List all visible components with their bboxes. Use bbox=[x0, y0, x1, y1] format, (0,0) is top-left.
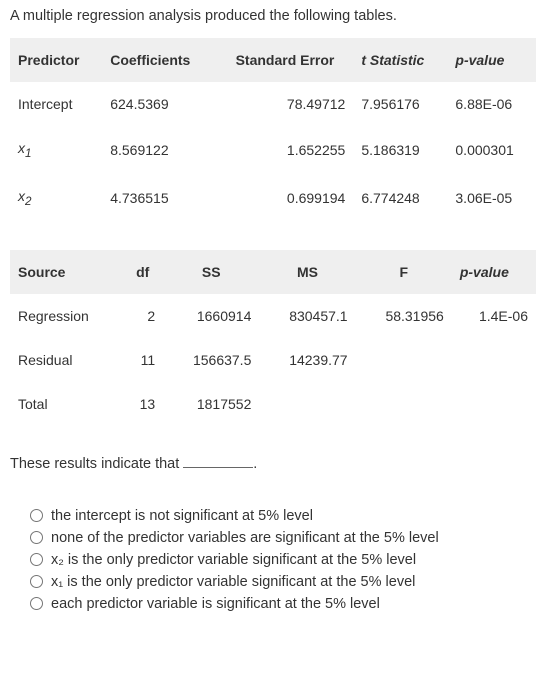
cell-df: 11 bbox=[122, 338, 163, 382]
option-c[interactable]: x₂ is the only predictor variable signif… bbox=[30, 552, 536, 568]
coefficients-table: Predictor Coefficients Standard Error t … bbox=[10, 38, 536, 222]
radio-c[interactable] bbox=[30, 553, 43, 566]
cell-p bbox=[452, 338, 536, 382]
table-row: Total 13 1817552 bbox=[10, 382, 536, 426]
cell-coef: 624.5369 bbox=[102, 82, 216, 126]
cell-predictor: Intercept bbox=[10, 82, 102, 126]
cell-t: 5.186319 bbox=[353, 126, 447, 174]
option-c-label: x₂ is the only predictor variable signif… bbox=[51, 552, 416, 568]
cell-ss: 1660914 bbox=[163, 294, 259, 338]
t1-h-predictor: Predictor bbox=[10, 38, 102, 82]
t2-h-ss: SS bbox=[163, 250, 259, 294]
t2-h-df: df bbox=[122, 250, 163, 294]
cell-coef: 4.736515 bbox=[102, 174, 216, 222]
cell-coef: 8.569122 bbox=[102, 126, 216, 174]
var-x1: x1 bbox=[18, 140, 31, 156]
cell-source: Residual bbox=[10, 338, 122, 382]
t2-h-pvalue: p-value bbox=[452, 250, 536, 294]
radio-d[interactable] bbox=[30, 575, 43, 588]
intro-text: A multiple regression analysis produced … bbox=[10, 8, 536, 24]
cell-ms bbox=[259, 382, 355, 426]
fill-blank bbox=[183, 454, 253, 468]
cell-df: 13 bbox=[122, 382, 163, 426]
table-row: Intercept 624.5369 78.49712 7.956176 6.8… bbox=[10, 82, 536, 126]
radio-e[interactable] bbox=[30, 597, 43, 610]
cell-se: 1.652255 bbox=[217, 126, 354, 174]
cell-f bbox=[356, 382, 452, 426]
cell-t: 6.774248 bbox=[353, 174, 447, 222]
cell-predictor: x2 bbox=[10, 174, 102, 222]
prompt-suffix: . bbox=[253, 456, 257, 472]
cell-ms: 14239.77 bbox=[259, 338, 355, 382]
option-d[interactable]: x₁ is the only predictor variable signif… bbox=[30, 574, 536, 590]
t2-h-f: F bbox=[356, 250, 452, 294]
cell-p bbox=[452, 382, 536, 426]
table-row: Residual 11 156637.5 14239.77 bbox=[10, 338, 536, 382]
prompt-prefix: These results indicate that bbox=[10, 456, 183, 472]
cell-f: 58.31956 bbox=[356, 294, 452, 338]
cell-source: Regression bbox=[10, 294, 122, 338]
table-row: Regression 2 1660914 830457.1 58.31956 1… bbox=[10, 294, 536, 338]
option-a-label: the intercept is not significant at 5% l… bbox=[51, 508, 313, 524]
option-b-label: none of the predictor variables are sign… bbox=[51, 530, 439, 546]
option-e[interactable]: each predictor variable is significant a… bbox=[30, 596, 536, 612]
answer-options: the intercept is not significant at 5% l… bbox=[10, 508, 536, 612]
var-x2: x2 bbox=[18, 188, 31, 204]
cell-t: 7.956176 bbox=[353, 82, 447, 126]
cell-source: Total bbox=[10, 382, 122, 426]
cell-ss: 156637.5 bbox=[163, 338, 259, 382]
cell-ss: 1817552 bbox=[163, 382, 259, 426]
cell-se: 0.699194 bbox=[217, 174, 354, 222]
t1-h-coef: Coefficients bbox=[102, 38, 216, 82]
option-d-label: x₁ is the only predictor variable signif… bbox=[51, 574, 415, 590]
cell-p: 3.06E-05 bbox=[447, 174, 536, 222]
cell-f bbox=[356, 338, 452, 382]
table-row: x1 8.569122 1.652255 5.186319 0.000301 bbox=[10, 126, 536, 174]
cell-p: 6.88E-06 bbox=[447, 82, 536, 126]
option-a[interactable]: the intercept is not significant at 5% l… bbox=[30, 508, 536, 524]
cell-df: 2 bbox=[122, 294, 163, 338]
question-prompt: These results indicate that . bbox=[10, 454, 536, 472]
t1-h-tstat: t Statistic bbox=[353, 38, 447, 82]
cell-predictor: x1 bbox=[10, 126, 102, 174]
t1-h-se: Standard Error bbox=[217, 38, 354, 82]
anova-table: Source df SS MS F p-value Regression 2 1… bbox=[10, 250, 536, 426]
table-row: x2 4.736515 0.699194 6.774248 3.06E-05 bbox=[10, 174, 536, 222]
option-e-label: each predictor variable is significant a… bbox=[51, 596, 380, 612]
radio-b[interactable] bbox=[30, 531, 43, 544]
cell-p: 0.000301 bbox=[447, 126, 536, 174]
t2-h-source: Source bbox=[10, 250, 122, 294]
cell-p: 1.4E-06 bbox=[452, 294, 536, 338]
option-b[interactable]: none of the predictor variables are sign… bbox=[30, 530, 536, 546]
cell-se: 78.49712 bbox=[217, 82, 354, 126]
t2-h-ms: MS bbox=[259, 250, 355, 294]
radio-a[interactable] bbox=[30, 509, 43, 522]
t1-h-pvalue: p-value bbox=[447, 38, 536, 82]
cell-ms: 830457.1 bbox=[259, 294, 355, 338]
